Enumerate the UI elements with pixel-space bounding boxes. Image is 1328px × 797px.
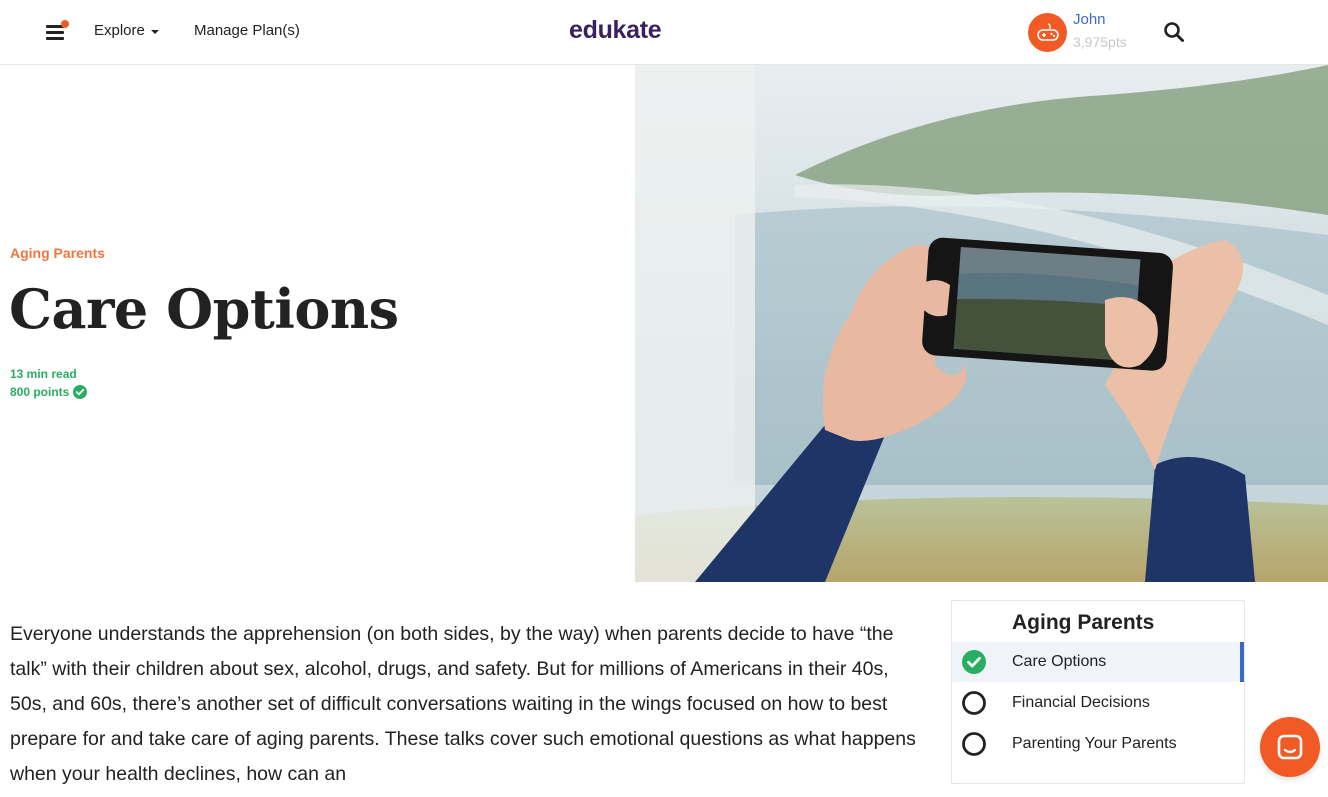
search-button[interactable]	[1162, 20, 1186, 44]
logo[interactable]: edukate	[569, 16, 662, 45]
caret-down-icon	[150, 29, 159, 34]
avatar[interactable]	[1028, 13, 1067, 52]
empty-circle-icon	[962, 732, 986, 756]
manage-plans-link[interactable]: Manage Plan(s)	[194, 22, 300, 39]
explore-dropdown[interactable]: Explore	[94, 22, 159, 39]
hero-image	[635, 65, 1328, 582]
course-sidebar: Aging Parents Care Options Financial Dec…	[951, 600, 1245, 784]
sidebar-item-label: Financial Decisions	[1012, 694, 1150, 711]
category-link[interactable]: Aging Parents	[10, 245, 105, 261]
read-time: 13 min read	[10, 367, 77, 381]
menu-bar-icon	[46, 37, 64, 40]
top-nav: Explore Manage Plan(s) edukate John 3,97…	[0, 0, 1328, 65]
chat-launcher-button[interactable]	[1260, 717, 1320, 777]
sidebar-item-financial-decisions[interactable]: Financial Decisions	[952, 683, 1244, 723]
sidebar-item-label: Care Options	[1012, 653, 1107, 670]
search-icon	[1164, 22, 1184, 42]
menu-bar-icon	[46, 31, 64, 34]
article-body: Everyone understands the apprehension (o…	[10, 623, 916, 785]
sidebar-item-label: Parenting Your Parents	[1012, 735, 1177, 752]
explore-label: Explore	[94, 22, 145, 39]
hamburger-menu-button[interactable]	[44, 20, 69, 44]
user-name[interactable]: John	[1073, 11, 1106, 28]
check-circle-icon	[962, 650, 986, 674]
points-label: 800 points	[10, 385, 70, 399]
user-points: 3,975pts	[1073, 34, 1127, 50]
page-title: Care Options	[9, 277, 399, 341]
sidebar-item-care-options[interactable]: Care Options	[952, 642, 1244, 682]
chat-icon	[1277, 734, 1303, 760]
gamepad-icon	[1036, 22, 1059, 41]
check-circle-icon	[73, 385, 88, 399]
notification-dot-icon	[61, 20, 69, 28]
sidebar-item-parenting-your-parents[interactable]: Parenting Your Parents	[952, 724, 1244, 764]
empty-circle-icon	[962, 691, 986, 715]
hands-holding-phone-photo	[635, 65, 1328, 582]
points-badge: 800 points	[10, 385, 88, 399]
sidebar-title: Aging Parents	[1012, 611, 1155, 634]
